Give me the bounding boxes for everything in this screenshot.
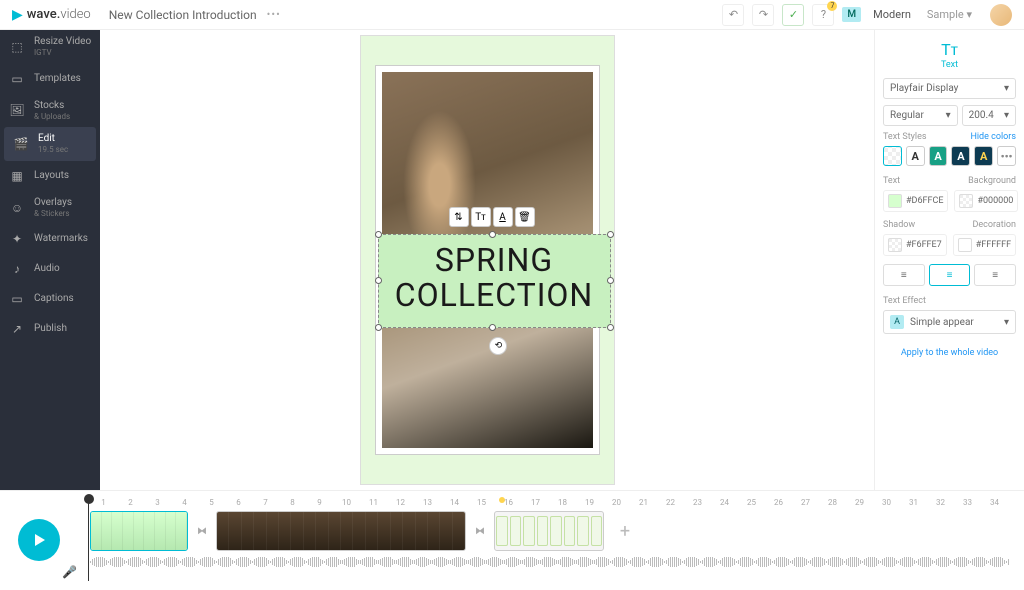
clip-2[interactable] [216,511,466,551]
aspect-icon: ⬚ [8,38,26,56]
brand-tag[interactable]: M [842,7,861,22]
layouts-icon: ▦ [8,167,26,185]
save-status[interactable]: ✓ [782,4,804,26]
help-badge: 7 [827,1,837,11]
sidebar-item-watermarks[interactable]: ✦ Watermarks [0,224,100,254]
logo-icon: ▶ [12,7,23,23]
transition-button[interactable]: ⧓ [194,523,210,539]
properties-panel: Tᴛ Text Playfair Display▾ Regular▾ 200.4… [874,30,1024,490]
waveform[interactable] [80,555,1024,569]
hide-colors-link[interactable]: Hide colors [970,132,1016,142]
photo-frame[interactable]: ⇅ Tᴛ A 🗑 SPRINGCOLLECTION ⟲ [375,65,600,455]
timeline: 🎤 12345678910111213141516171819202122232… [0,490,1024,590]
publish-icon: ↗ [8,320,26,338]
sidebar-item-audio[interactable]: ♪ Audio [0,254,100,284]
weight-select[interactable]: Regular▾ [883,105,958,126]
edit-icon: 🎬 [12,135,30,153]
text-delete-button[interactable]: 🗑 [515,207,535,227]
text-styles-label: Text Styles [883,132,927,142]
text-element[interactable]: ⇅ Tᴛ A 🗑 SPRINGCOLLECTION ⟲ [378,234,611,328]
user-avatar[interactable] [990,4,1012,26]
sample-dropdown[interactable]: Sample ▾ [927,8,972,21]
style-none[interactable] [883,146,902,166]
canvas[interactable]: ⇅ Tᴛ A 🗑 SPRINGCOLLECTION ⟲ [360,35,615,485]
text-color[interactable]: #D6FFCE [883,190,948,212]
templates-icon: ▭ [8,70,26,88]
sidebar-item-publish[interactable]: ↗ Publish [0,314,100,344]
undo-button[interactable]: ↶ [722,4,744,26]
style-swatch[interactable]: A [951,146,970,166]
style-swatch[interactable]: A [906,146,925,166]
sidebar-item-captions[interactable]: ▭ Captions [0,284,100,314]
stocks-icon: 🖼 [8,101,26,119]
add-clip-button[interactable]: + [610,516,640,546]
document-menu[interactable]: ••• [267,8,281,21]
logo-brand: wave [27,7,57,22]
document-title[interactable]: New Collection Introduction [109,8,257,22]
sidebar-item-templates[interactable]: ▭ Templates [0,64,100,94]
sidebar: ⬚ Resize VideoIGTV ▭ Templates 🖼 Stocks&… [0,30,100,490]
clip-3[interactable] [494,511,604,551]
effect-icon: A [890,315,904,329]
decoration-color[interactable]: #FFFFFF [953,234,1016,256]
text-options-button[interactable]: ⇅ [449,207,469,227]
font-select[interactable]: Playfair Display▾ [883,78,1016,99]
background-color[interactable]: #000000 [954,190,1018,212]
sidebar-item-overlays[interactable]: ☺ Overlays& Stickers [0,191,100,225]
timeline-ruler[interactable]: 1234567891011121314151617181920212223242… [80,491,1024,507]
text-color-button[interactable]: A [493,207,513,227]
sidebar-item-layouts[interactable]: ▦ Layouts [0,161,100,191]
sidebar-item-resize[interactable]: ⬚ Resize VideoIGTV [0,30,100,64]
play-button[interactable] [18,519,60,561]
sidebar-item-stocks[interactable]: 🖼 Stocks& Uploads [0,94,100,128]
resize-handle[interactable] [607,231,614,238]
audio-icon: ♪ [8,260,26,278]
help-button[interactable]: ?7 [812,4,834,26]
redo-button[interactable]: ↷ [752,4,774,26]
text-content[interactable]: SPRINGCOLLECTION [383,243,606,313]
overlays-icon: ☺ [8,199,26,217]
captions-icon: ▭ [8,290,26,308]
canvas-area[interactable]: ⇅ Tᴛ A 🗑 SPRINGCOLLECTION ⟲ [100,30,874,490]
playhead[interactable] [84,494,94,504]
topbar: ▶ wave.video New Collection Introduction… [0,0,1024,30]
text-effect-select[interactable]: A Simple appear ▾ [883,310,1016,334]
top-actions: ↶ ↷ ✓ ?7 M Modern Sample ▾ [722,4,1012,26]
text-styles: A A A A ••• [883,146,1016,166]
clip-1[interactable] [90,511,188,551]
resize-handle[interactable] [489,231,496,238]
text-font-button[interactable]: Tᴛ [471,207,491,227]
apply-whole-video-link[interactable]: Apply to the whole video [883,348,1016,358]
clips-row: ⧓ ⧓ + [80,511,1024,551]
chevron-down-icon: ▾ [946,110,951,121]
text-icon: Tᴛ [883,40,1016,60]
shadow-color[interactable]: #F6FFE7 [883,234,947,256]
style-swatch[interactable]: A [974,146,993,166]
align-left-button[interactable]: ≡ [883,264,925,286]
resize-handle[interactable] [607,324,614,331]
resize-handle[interactable] [375,231,382,238]
size-select[interactable]: 200.4▾ [962,105,1016,126]
chevron-down-icon: ▾ [1004,83,1009,94]
resize-handle[interactable] [607,277,614,284]
style-more[interactable]: ••• [997,146,1016,166]
logo[interactable]: ▶ wave.video [12,7,91,23]
align-right-button[interactable]: ≡ [974,264,1016,286]
panel-title: Tᴛ Text [883,40,1016,70]
transition-button[interactable]: ⧓ [472,523,488,539]
resize-handle[interactable] [375,324,382,331]
style-swatch[interactable]: A [929,146,948,166]
logo-product: video [60,7,90,22]
sidebar-item-edit[interactable]: 🎬 Edit19.5 sec [4,127,96,161]
resize-handle[interactable] [375,277,382,284]
align-center-button[interactable]: ≡ [929,264,971,286]
mic-button[interactable]: 🎤 [62,565,78,581]
main: ⬚ Resize VideoIGTV ▭ Templates 🖼 Stocks&… [0,30,1024,490]
watermarks-icon: ✦ [8,230,26,248]
brand-name[interactable]: Modern [873,8,911,21]
chevron-down-icon: ▾ [1004,110,1009,121]
chevron-down-icon: ▾ [1004,317,1009,328]
text-toolbar: ⇅ Tᴛ A 🗑 [449,207,535,227]
